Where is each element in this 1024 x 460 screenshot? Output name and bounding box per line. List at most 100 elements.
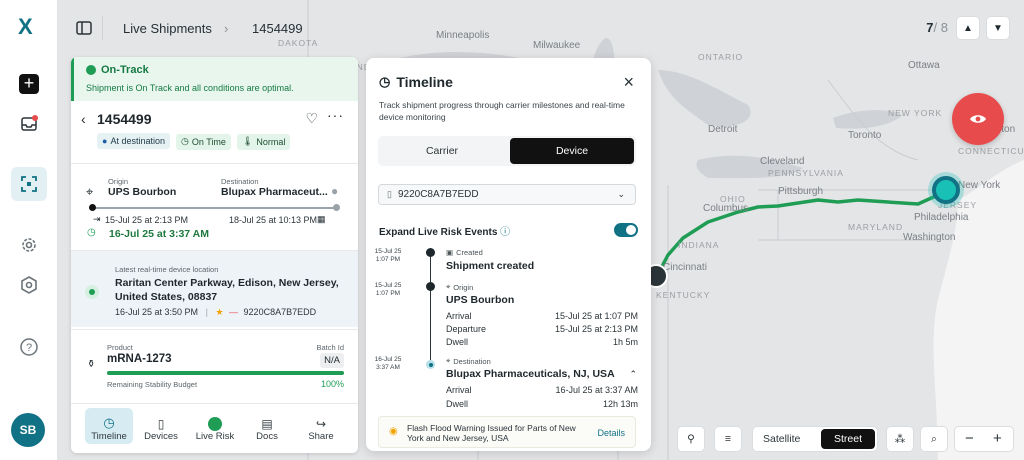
breadcrumb-live-shipments[interactable]: Live Shipments (123, 21, 212, 36)
event-row-key: Dwell (446, 399, 469, 409)
event-row-value: 12h 13m (602, 399, 638, 409)
destination-marker[interactable] (932, 176, 960, 204)
live-shipments-button[interactable] (11, 167, 47, 201)
chevron-up-icon: ▲ (963, 22, 973, 34)
share-icon: ↪ (315, 417, 327, 431)
event-title: UPS Bourbon (446, 294, 515, 306)
timeline-description: Track shipment progress through carrier … (379, 100, 625, 122)
location-address: Raritan Center Parkway, Edison, New Jers… (115, 277, 339, 303)
chip-on-time: ◷ On Time (176, 133, 231, 150)
nav-label: Live Risk (195, 431, 235, 442)
pin-icon: ● (331, 184, 339, 198)
device-select[interactable]: ▯ 9220C8A7B7EDD ⌄ (378, 184, 636, 205)
event-dot-inner (428, 362, 433, 367)
batch-label: Batch Id (316, 343, 344, 352)
vial-icon: ⚱ (87, 359, 96, 370)
zoom-search-button[interactable]: ⌕ (920, 426, 948, 452)
expand-label-text: Expand Live Risk Events (379, 227, 498, 238)
nav-docs[interactable]: ▤ Docs (243, 408, 291, 444)
zoom-in-button[interactable]: + (993, 430, 1002, 447)
zoom-control: − + (954, 426, 1014, 452)
batch-id: N/A (320, 353, 344, 368)
next-shipment-button[interactable]: ▼ (986, 16, 1010, 40)
dash-icon: — (229, 307, 239, 317)
user-avatar[interactable]: SB (11, 413, 45, 447)
event-type: Created (456, 248, 483, 257)
event-row-value: 1h 5m (612, 337, 638, 347)
map-style-switch: Satellite Street (752, 426, 878, 452)
event-date-day: 16-Jul 25 (374, 356, 402, 363)
chevron-up-icon[interactable]: ⌃ (629, 369, 637, 380)
location-time: 16-Jul 25 at 3:50 PM (115, 307, 199, 317)
nav-live-risk[interactable]: Live Risk (191, 408, 239, 444)
location-device: 9220C8A7B7EDD (243, 307, 317, 317)
route-toggle-button[interactable]: ⚲ (677, 426, 705, 452)
breadcrumb-current: 1454499 (252, 21, 303, 36)
route-icon: ⚲ (687, 433, 695, 445)
origin-dot (89, 204, 96, 211)
chip-label: At destination (110, 136, 165, 146)
pager: 7/ 8 (926, 20, 948, 35)
layers-button[interactable]: ≡ (714, 426, 742, 452)
box-icon: ▣ (446, 248, 454, 257)
budget-value: 100% (320, 379, 344, 389)
event-date: 15-Jul 25 1:07 PM (366, 248, 410, 264)
flood-icon: ◉ (389, 426, 398, 437)
nav-timeline[interactable]: ◷ Timeline (85, 408, 133, 444)
help-button[interactable]: ? (11, 330, 47, 364)
zoom-out-button[interactable]: − (965, 430, 974, 447)
street-button[interactable]: Street (821, 429, 875, 449)
satellite-button[interactable]: Satellite (763, 433, 800, 445)
network-button[interactable]: ⁂ (886, 426, 914, 452)
nav-label: Devices (144, 431, 178, 442)
arrived-icon: ◷ (87, 227, 96, 238)
new-shipment-button[interactable]: + (11, 67, 47, 101)
nav-label: Docs (256, 431, 278, 442)
location-label: Latest real-time device location (115, 265, 219, 274)
back-icon[interactable]: ‹ (81, 111, 86, 127)
expand-toggle[interactable] (614, 223, 638, 237)
watch-button[interactable] (952, 93, 1004, 145)
event-date-day: 15-Jul 25 (374, 248, 402, 255)
left-rail: X + ? SB (0, 0, 58, 460)
budget-bar (107, 371, 344, 375)
device-icon: ▯ (387, 189, 392, 199)
trend-icon (86, 65, 96, 75)
budget-label: Remaining Stability Budget (107, 380, 198, 389)
risk-alert: ◉ Flash Flood Warning Issued for Parts o… (378, 416, 636, 448)
alert-text: Flash Flood Warning Issued for Parts of … (407, 423, 576, 443)
event-row-key: Arrival (446, 385, 472, 395)
location-separator: | (205, 307, 208, 317)
alert-details-link[interactable]: Details (597, 428, 625, 438)
location-pin-icon: ● (102, 136, 108, 146)
plus-icon: + (19, 74, 39, 94)
devices-button[interactable] (11, 268, 47, 302)
nav-share[interactable]: ↪ Share (297, 408, 345, 444)
nav-devices[interactable]: ▯ Devices (137, 408, 185, 444)
chip-label: On Time (191, 136, 226, 147)
pager-current: 7 (926, 20, 934, 35)
status-banner: On-Track Shipment is On Track and all co… (71, 57, 358, 101)
origin-label: Origin (108, 177, 129, 186)
sidebar-toggle-icon[interactable] (76, 20, 92, 36)
status-message: Shipment is On Track and all conditions … (86, 83, 294, 93)
event-date: 16-Jul 25 3:37 AM (366, 356, 410, 372)
location-icon: ⌖ (86, 184, 94, 199)
prev-shipment-button[interactable]: ▲ (956, 16, 980, 40)
tab-device[interactable]: Device (510, 138, 634, 164)
close-icon[interactable]: × (623, 72, 634, 93)
layers-icon: ≡ (724, 433, 732, 445)
settings-button[interactable] (11, 228, 47, 262)
location-pin-icon: ⌖ (446, 356, 451, 365)
app-logo[interactable]: X (18, 14, 33, 40)
divider (102, 16, 103, 40)
event-type: Destination (453, 356, 491, 366)
product-name: mRNA-1273 (107, 353, 172, 365)
tab-carrier[interactable]: Carrier (380, 138, 504, 164)
inbox-button[interactable] (11, 107, 47, 141)
event-title: Shipment created (446, 260, 535, 272)
heart-icon[interactable]: ♡ (305, 110, 318, 127)
hexagon-icon (21, 276, 37, 294)
event-date: 15-Jul 25 1:07 PM (366, 282, 410, 298)
more-icon[interactable]: ··· (327, 107, 344, 123)
